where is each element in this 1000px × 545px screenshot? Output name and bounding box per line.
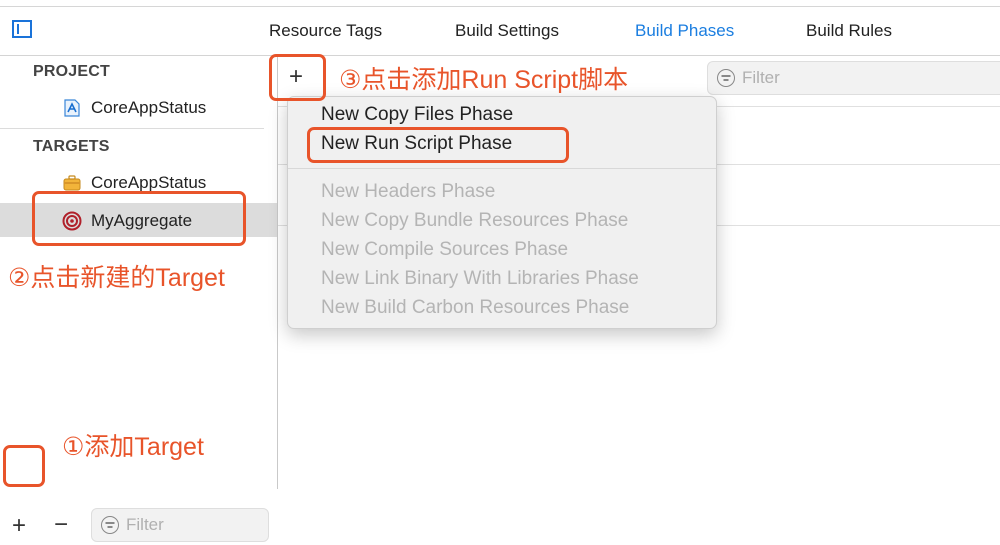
add-target-icon[interactable]: + [12,514,26,538]
project-section-header: PROJECT [33,63,110,80]
menu-item-new-copy-bundle-resources-phase: New Copy Bundle Resources Phase [321,210,629,231]
editor-tab-bar: Resource Tags Build Settings Build Phase… [0,7,1000,56]
sidebar-filter-input[interactable]: Filter [91,508,269,542]
highlight-add-target-button [3,445,45,487]
filter-icon [101,516,119,534]
app-project-icon [64,99,80,117]
menu-item-new-compile-sources-phase: New Compile Sources Phase [321,239,569,260]
menu-separator [288,168,716,169]
annotation-step3: ③点击添加Run Script脚本 [339,66,629,94]
tab-resource-tags[interactable]: Resource Tags [269,21,382,41]
sidebar-item-label: CoreAppStatus [91,173,207,192]
phases-filter-input[interactable]: Filter [707,61,1000,95]
sidebar-item-project[interactable]: CoreAppStatus [0,91,277,125]
remove-target-icon[interactable]: − [54,513,68,537]
annotation-step2: ②点击新建的Target [8,264,225,292]
sidebar-item-label: CoreAppStatus [91,98,207,117]
highlight-add-phase-button [269,54,326,101]
tab-build-rules[interactable]: Build Rules [806,21,892,41]
divider [0,128,264,129]
filter-placeholder: Filter [742,68,780,87]
window-top-edge [0,0,1000,7]
targets-section-header: TARGETS [33,138,110,155]
tab-build-phases[interactable]: Build Phases [635,21,734,41]
menu-item-new-link-binary-phase: New Link Binary With Libraries Phase [321,268,639,289]
sidebar-bottom-bar: + − Filter [0,506,277,545]
highlight-run-script-item [307,127,569,163]
sidebar-panel-icon[interactable] [12,20,32,38]
menu-item-new-build-carbon-resources-phase: New Build Carbon Resources Phase [321,297,630,318]
toolbox-target-icon [63,175,81,191]
filter-placeholder: Filter [126,515,164,534]
filter-icon [717,69,735,87]
menu-item-new-copy-files-phase[interactable]: New Copy Files Phase [321,104,513,126]
tab-build-settings[interactable]: Build Settings [455,21,559,41]
annotation-step1: ①添加Target [62,433,204,461]
menu-item-new-headers-phase: New Headers Phase [321,181,496,202]
highlight-myaggregate-target [32,191,246,246]
